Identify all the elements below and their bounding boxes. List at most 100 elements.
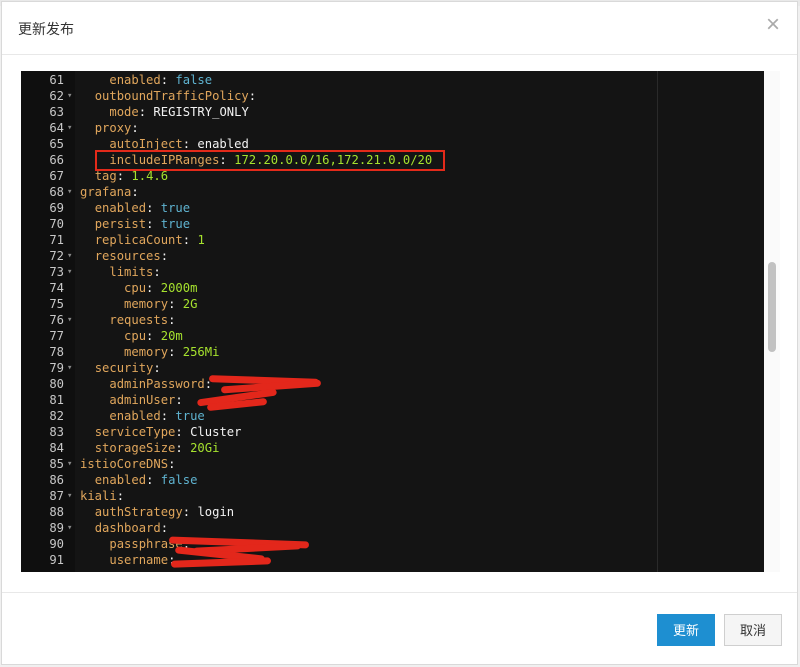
code-line[interactable]: 69 enabled: true (21, 200, 780, 216)
yaml-separator: : (168, 313, 176, 327)
code-line[interactable]: 77 cpu: 20m (21, 328, 780, 344)
code-line[interactable]: 75 memory: 2G (21, 296, 780, 312)
yaml-separator: : (175, 441, 191, 455)
fold-toggle-icon[interactable]: ▾ (67, 520, 75, 536)
code-line[interactable]: 86 enabled: false (21, 472, 780, 488)
code-line[interactable]: 83 serviceType: Cluster (21, 424, 780, 440)
editor-scrollbar-thumb[interactable] (768, 262, 776, 352)
yaml-key: outboundTrafficPolicy (94, 89, 249, 103)
footer-divider (2, 592, 797, 593)
cancel-button[interactable]: 取消 (724, 614, 782, 646)
yaml-key: tag (94, 169, 117, 183)
yaml-key: resources (94, 249, 161, 263)
code-text: adminUser: (80, 392, 190, 408)
yaml-key: storageSize (94, 441, 176, 455)
code-line[interactable]: 88 authStrategy: login (21, 504, 780, 520)
fold-toggle-icon[interactable]: ▾ (67, 456, 75, 472)
yaml-key: security (94, 361, 154, 375)
code-line[interactable]: 72 ▾ resources: (21, 248, 780, 264)
code-text: kiali: (80, 488, 124, 504)
code-line[interactable]: 76 ▾ requests: (21, 312, 780, 328)
code-line[interactable]: 68 ▾ grafana: (21, 184, 780, 200)
code-line[interactable]: 61 enabled: false (21, 72, 780, 88)
code-line[interactable]: 84 storageSize: 20Gi (21, 440, 780, 456)
code-line[interactable]: 78 memory: 256Mi (21, 344, 780, 360)
code-text: enabled: true (80, 200, 190, 216)
yaml-separator: : (146, 473, 161, 487)
code-line[interactable]: 79 ▾ security: (21, 360, 780, 376)
code-line[interactable]: 74 cpu: 2000m (21, 280, 780, 296)
code-line[interactable]: 63 mode: REGISTRY_ONLY (21, 104, 780, 120)
code-line[interactable]: 80 adminPassword: (21, 376, 780, 392)
yaml-separator: : (182, 233, 198, 247)
close-icon[interactable]: × (763, 13, 783, 37)
yaml-key: memory (124, 297, 169, 311)
yaml-value: true (160, 217, 191, 231)
code-line[interactable]: 70 persist: true (21, 216, 780, 232)
yaml-value: 20Gi (190, 441, 220, 455)
line-number: 69 (49, 201, 64, 215)
yaml-key: persist (94, 217, 147, 231)
fold-toggle-icon[interactable]: ▾ (67, 312, 75, 328)
line-number: 80 (49, 377, 64, 391)
fold-toggle-icon[interactable]: ▾ (67, 88, 75, 104)
code-text: replicaCount: 1 (80, 232, 205, 248)
code-line[interactable]: 71 replicaCount: 1 (21, 232, 780, 248)
yaml-separator: : (153, 361, 161, 375)
code-line[interactable]: 82 enabled: true (21, 408, 780, 424)
fold-toggle-icon[interactable]: ▾ (67, 248, 75, 264)
code-line[interactable]: 87 ▾ kiali: (21, 488, 780, 504)
line-number: 74 (49, 281, 64, 295)
code-text: security: (80, 360, 161, 376)
line-number: 67 (49, 169, 64, 183)
line-number: 88 (49, 505, 64, 519)
yaml-key: cpu (124, 329, 147, 343)
line-number: 79 (49, 361, 64, 375)
yaml-separator: : (146, 281, 161, 295)
fold-toggle-icon[interactable]: ▾ (67, 184, 75, 200)
yaml-key: grafana (80, 185, 132, 199)
code-line[interactable]: 91 username: (21, 552, 780, 568)
line-number: 61 (49, 73, 64, 87)
code-text: username: (80, 552, 183, 568)
line-number: 73 (49, 265, 64, 279)
code-text: authStrategy: login (80, 504, 234, 520)
line-number: 78 (49, 345, 64, 359)
yaml-key: autoInject (109, 137, 183, 151)
line-number: 66 (49, 153, 64, 167)
yaml-separator: : (138, 105, 154, 119)
update-button[interactable]: 更新 (657, 614, 715, 646)
fold-toggle-icon[interactable]: ▾ (67, 360, 75, 376)
fold-toggle-icon[interactable]: ▾ (67, 264, 75, 280)
yaml-key: enabled (109, 73, 161, 87)
code-line[interactable]: 85 ▾ istioCoreDNS: (21, 456, 780, 472)
yaml-code-editor[interactable]: 61 enabled: false 62 ▾ outboundTrafficPoli… (21, 71, 780, 572)
code-line[interactable]: 81 adminUser: (21, 392, 780, 408)
code-line[interactable]: 62 ▾ outboundTrafficPolicy: (21, 88, 780, 104)
yaml-separator: : (146, 217, 161, 231)
code-line[interactable]: 90 passphrase: (21, 536, 780, 552)
fold-toggle-icon[interactable]: ▾ (67, 120, 75, 136)
yaml-key: istioCoreDNS (80, 457, 169, 471)
yaml-separator: : (168, 345, 183, 359)
yaml-value: Cluster (190, 425, 242, 439)
yaml-value: 2000m (160, 281, 198, 295)
yaml-key: enabled (109, 409, 161, 423)
code-line[interactable]: 73 ▾ limits: (21, 264, 780, 280)
fold-toggle-icon[interactable]: ▾ (67, 488, 75, 504)
code-line[interactable]: 64 ▾ proxy: (21, 120, 780, 136)
code-text: istioCoreDNS: (80, 456, 175, 472)
code-line[interactable]: 89 ▾ dashboard: (21, 520, 780, 536)
line-number: 90 (49, 537, 64, 551)
line-number: 76 (49, 313, 64, 327)
yaml-value: REGISTRY_ONLY (153, 105, 249, 119)
